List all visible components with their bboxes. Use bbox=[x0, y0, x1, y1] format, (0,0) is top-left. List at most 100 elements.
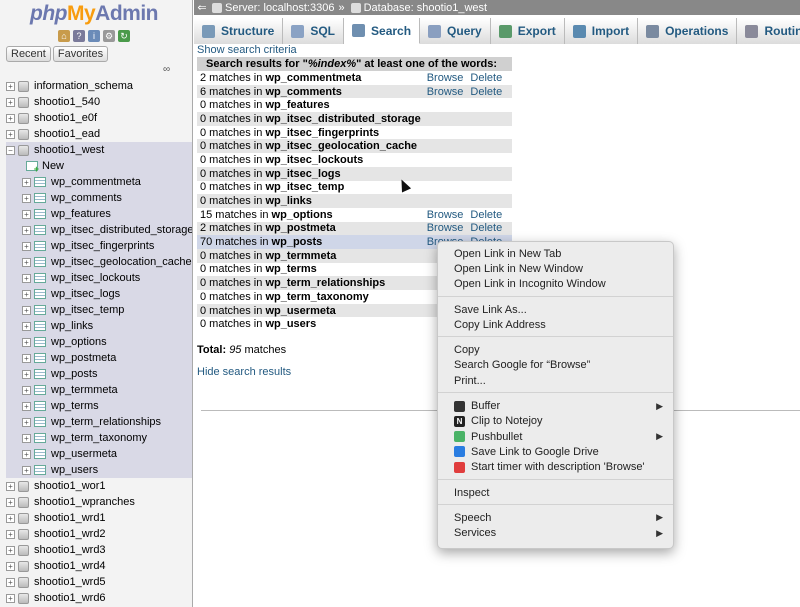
tab-structure[interactable]: Structure bbox=[194, 18, 284, 44]
database-item[interactable]: + shootio1_wrd2 bbox=[6, 526, 192, 542]
expand-icon[interactable]: + bbox=[22, 209, 31, 219]
table-name[interactable]: wp_options bbox=[51, 336, 107, 348]
database-item[interactable]: + information_schema bbox=[6, 78, 192, 94]
database-name[interactable]: shootio1_wrd6 bbox=[34, 592, 106, 604]
table-name[interactable]: wp_itsec_distributed_storage bbox=[51, 224, 192, 236]
expand-icon[interactable]: + bbox=[6, 497, 15, 507]
tab-routines[interactable]: Routines bbox=[737, 18, 800, 44]
expand-icon[interactable]: + bbox=[6, 97, 15, 107]
docs-icon[interactable]: ? bbox=[73, 30, 85, 42]
database-item[interactable]: + shootio1_wrd3 bbox=[6, 542, 192, 558]
database-item[interactable]: + shootio1_e0f bbox=[6, 110, 192, 126]
menu-item-open-link-in-incognito-window[interactable]: Open Link in Incognito Window bbox=[438, 277, 673, 292]
table-name[interactable]: wp_links bbox=[51, 320, 93, 332]
table-name[interactable]: wp_postmeta bbox=[51, 352, 116, 364]
tab-sql[interactable]: SQL bbox=[283, 18, 345, 44]
table-name[interactable]: wp_itsec_geolocation_cache bbox=[51, 256, 192, 268]
expand-icon[interactable]: + bbox=[22, 305, 31, 315]
table-item[interactable]: + wp_features bbox=[6, 206, 192, 222]
database-name[interactable]: shootio1_wrd5 bbox=[34, 576, 106, 588]
database-name[interactable]: shootio1_wor1 bbox=[34, 480, 106, 492]
expand-icon[interactable]: + bbox=[22, 257, 31, 267]
expand-icon[interactable]: + bbox=[22, 417, 31, 427]
database-name[interactable]: shootio1_west bbox=[34, 144, 104, 156]
table-name[interactable]: wp_itsec_lockouts bbox=[51, 272, 140, 284]
sql-docs-icon[interactable]: i bbox=[88, 30, 100, 42]
table-item[interactable]: + wp_itsec_logs bbox=[6, 286, 192, 302]
database-name[interactable]: shootio1_wrd3 bbox=[34, 544, 106, 556]
link-with-main-icon[interactable]: ∞ bbox=[163, 64, 170, 75]
expand-icon[interactable]: + bbox=[22, 433, 31, 443]
new-table-item[interactable]: New bbox=[6, 158, 192, 174]
menu-item-open-link-in-new-tab[interactable]: Open Link in New Tab bbox=[438, 246, 673, 261]
expand-icon[interactable]: + bbox=[22, 321, 31, 331]
delete-link[interactable]: Delete bbox=[470, 86, 502, 98]
menu-item-services[interactable]: Services ▶ bbox=[438, 525, 673, 540]
show-search-criteria-link[interactable]: Show search criteria bbox=[197, 44, 297, 56]
table-item[interactable]: + wp_termmeta bbox=[6, 382, 192, 398]
expand-icon[interactable]: + bbox=[22, 401, 31, 411]
tab-operations[interactable]: Operations bbox=[638, 18, 738, 44]
database-item[interactable]: + shootio1_wrd1 bbox=[6, 510, 192, 526]
tab-import[interactable]: Import bbox=[564, 18, 639, 44]
delete-link[interactable]: Delete bbox=[470, 222, 502, 234]
database-item[interactable]: + shootio1_ead bbox=[6, 126, 192, 142]
expand-icon[interactable]: + bbox=[22, 177, 31, 187]
menu-item-search-google-for-browse[interactable]: Search Google for “Browse” bbox=[438, 358, 673, 373]
table-item[interactable]: + wp_term_relationships bbox=[6, 414, 192, 430]
tab-search[interactable]: Search bbox=[344, 18, 421, 44]
browse-link[interactable]: Browse bbox=[427, 72, 464, 84]
database-name[interactable]: shootio1_540 bbox=[34, 96, 100, 108]
expand-icon[interactable]: + bbox=[22, 449, 31, 459]
expand-icon[interactable]: + bbox=[22, 225, 31, 235]
browse-link[interactable]: Browse bbox=[427, 222, 464, 234]
database-item[interactable]: + shootio1_wrd4 bbox=[6, 558, 192, 574]
settings-icon[interactable]: ⚙ bbox=[103, 30, 115, 42]
table-item[interactable]: + wp_itsec_distributed_storage bbox=[6, 222, 192, 238]
expand-icon[interactable]: + bbox=[22, 337, 31, 347]
table-item[interactable]: + wp_postmeta bbox=[6, 350, 192, 366]
menu-item-pushbullet[interactable]: Pushbullet ▶ bbox=[438, 429, 673, 444]
menu-item-copy[interactable]: Copy bbox=[438, 342, 673, 357]
table-name[interactable]: wp_commentmeta bbox=[51, 176, 141, 188]
recent-tab[interactable]: Recent bbox=[6, 46, 51, 62]
expand-icon[interactable]: + bbox=[22, 369, 31, 379]
database-item[interactable]: + shootio1_wor1 bbox=[6, 478, 192, 494]
table-name[interactable]: wp_terms bbox=[51, 400, 99, 412]
back-arrow-icon[interactable]: ⇐ bbox=[194, 1, 210, 14]
expand-icon[interactable]: + bbox=[22, 353, 31, 363]
table-item[interactable]: + wp_itsec_temp bbox=[6, 302, 192, 318]
tab-query[interactable]: Query bbox=[420, 18, 491, 44]
table-item[interactable]: + wp_itsec_fingerprints bbox=[6, 238, 192, 254]
menu-item-print[interactable]: Print... bbox=[438, 373, 673, 388]
table-item[interactable]: + wp_term_taxonomy bbox=[6, 430, 192, 446]
database-name[interactable]: information_schema bbox=[34, 80, 133, 92]
expand-icon[interactable]: + bbox=[22, 465, 31, 475]
table-item[interactable]: + wp_usermeta bbox=[6, 446, 192, 462]
database-name[interactable]: shootio1_wrd2 bbox=[34, 528, 106, 540]
expand-icon[interactable]: + bbox=[6, 529, 15, 539]
expand-icon[interactable]: + bbox=[22, 289, 31, 299]
database-name[interactable]: shootio1_wpranches bbox=[34, 496, 135, 508]
favorites-tab[interactable]: Favorites bbox=[52, 46, 109, 62]
expand-icon[interactable]: + bbox=[6, 113, 15, 123]
menu-item-save-link-to-google-drive[interactable]: Save Link to Google Drive bbox=[438, 444, 673, 459]
expand-icon[interactable]: + bbox=[22, 241, 31, 251]
table-item[interactable]: + wp_terms bbox=[6, 398, 192, 414]
table-item[interactable]: + wp_users bbox=[6, 462, 192, 478]
database-item[interactable]: + shootio1_wrd5 bbox=[6, 574, 192, 590]
database-name[interactable]: shootio1_ead bbox=[34, 128, 100, 140]
home-icon[interactable]: ⌂ bbox=[58, 30, 70, 42]
hide-search-results-link[interactable]: Hide search results bbox=[197, 366, 291, 378]
menu-item-clip-to-notejoy[interactable]: N Clip to Notejoy bbox=[438, 414, 673, 429]
table-name[interactable]: wp_usermeta bbox=[51, 448, 117, 460]
table-item[interactable]: + wp_options bbox=[6, 334, 192, 350]
table-name[interactable]: wp_itsec_logs bbox=[51, 288, 120, 300]
expand-icon[interactable]: + bbox=[22, 273, 31, 283]
table-name[interactable]: wp_posts bbox=[51, 368, 97, 380]
table-item[interactable]: + wp_comments bbox=[6, 190, 192, 206]
menu-item-open-link-in-new-window[interactable]: Open Link in New Window bbox=[438, 261, 673, 276]
database-item[interactable]: + shootio1_wrd6 bbox=[6, 590, 192, 606]
expand-icon[interactable]: + bbox=[6, 513, 15, 523]
expand-icon[interactable]: + bbox=[22, 385, 31, 395]
